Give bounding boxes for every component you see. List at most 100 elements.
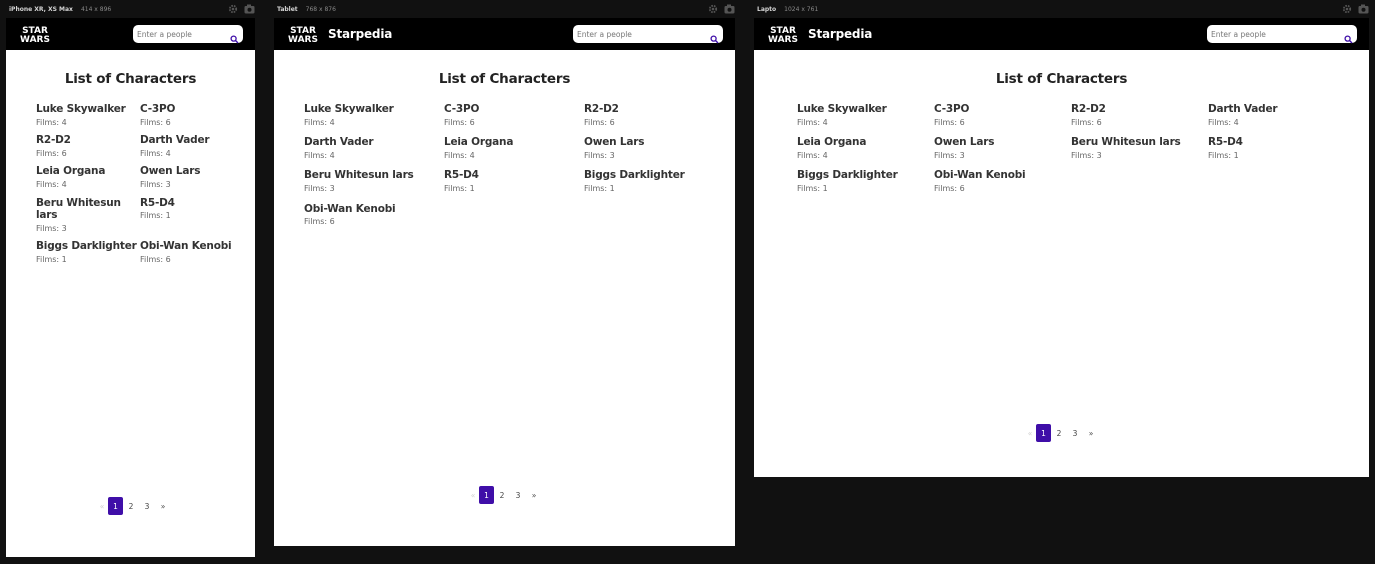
character-films: Films: 6 bbox=[140, 117, 171, 127]
character-name: Leia Organa bbox=[36, 165, 106, 178]
character-films: Films: 6 bbox=[304, 217, 335, 227]
pagination-page-3[interactable]: 3 bbox=[510, 486, 526, 504]
character-films: Films: 4 bbox=[36, 179, 67, 189]
pagination-prev[interactable]: « bbox=[96, 497, 108, 515]
search-box bbox=[1207, 25, 1357, 44]
character-name: R5-D4 bbox=[444, 169, 479, 182]
character-card[interactable]: Obi-Wan Kenobi Films: 6 bbox=[140, 240, 236, 264]
star-wars-logo[interactable]: STAR WARS bbox=[285, 24, 321, 44]
pagination-next[interactable]: » bbox=[155, 497, 171, 515]
character-card[interactable]: Darth Vader Films: 4 bbox=[1208, 103, 1345, 127]
character-card[interactable]: R2-D2 Films: 6 bbox=[584, 103, 724, 127]
character-card[interactable]: Obi-Wan Kenobi Films: 6 bbox=[934, 169, 1071, 193]
search-icon[interactable] bbox=[230, 29, 239, 48]
character-card[interactable]: R2-D2 Films: 6 bbox=[1071, 103, 1208, 127]
character-card[interactable]: Beru Whitesun lars Films: 3 bbox=[36, 197, 140, 234]
character-card[interactable]: Beru Whitesun lars Films: 3 bbox=[304, 169, 444, 193]
character-films: Films: 3 bbox=[304, 183, 335, 193]
pagination-next[interactable]: » bbox=[526, 486, 542, 504]
character-name: C-3PO bbox=[934, 103, 970, 115]
character-card[interactable]: C-3PO Films: 6 bbox=[444, 103, 584, 127]
pagination-page-1[interactable]: 1 bbox=[1036, 424, 1051, 442]
character-films: Films: 3 bbox=[934, 150, 965, 160]
character-films: Films: 4 bbox=[304, 117, 335, 127]
search-box bbox=[573, 25, 723, 44]
device-name: Lapto bbox=[757, 5, 777, 13]
pagination-prev[interactable]: « bbox=[467, 486, 479, 504]
character-card[interactable]: Leia Organa Films: 4 bbox=[444, 136, 584, 160]
star-wars-logo[interactable]: STAR WARS bbox=[765, 24, 801, 44]
pagination-page-1[interactable]: 1 bbox=[479, 486, 494, 504]
character-films: Films: 1 bbox=[584, 183, 615, 193]
character-name: Obi-Wan Kenobi bbox=[140, 240, 232, 253]
character-card[interactable]: Biggs Darklighter Films: 1 bbox=[797, 169, 934, 193]
pagination-page-3[interactable]: 3 bbox=[1067, 424, 1083, 442]
character-card[interactable]: Obi-Wan Kenobi Films: 6 bbox=[304, 203, 444, 227]
character-name: Biggs Darklighter bbox=[584, 169, 685, 182]
character-films: Films: 4 bbox=[444, 150, 475, 160]
character-card[interactable]: Owen Lars Films: 3 bbox=[584, 136, 724, 160]
character-name: Owen Lars bbox=[584, 136, 645, 149]
star-wars-logo[interactable]: STAR WARS bbox=[17, 24, 53, 44]
character-name: Owen Lars bbox=[934, 136, 995, 149]
app-header: STAR WARS Starpedia bbox=[754, 18, 1369, 50]
pagination-page-2[interactable]: 2 bbox=[494, 486, 510, 504]
gear-icon[interactable] bbox=[228, 4, 238, 14]
character-name: Obi-Wan Kenobi bbox=[304, 202, 396, 215]
character-name: Leia Organa bbox=[444, 136, 514, 149]
character-films: Films: 4 bbox=[797, 117, 828, 127]
character-films: Films: 6 bbox=[584, 117, 615, 127]
pagination-next[interactable]: » bbox=[1083, 424, 1099, 442]
character-name: R2-D2 bbox=[584, 103, 619, 115]
gear-icon[interactable] bbox=[708, 4, 718, 14]
pagination-prev[interactable]: « bbox=[1024, 424, 1036, 442]
character-films: Films: 4 bbox=[1208, 117, 1239, 127]
page-title: List of Characters bbox=[995, 71, 1128, 87]
camera-icon[interactable] bbox=[244, 4, 255, 14]
character-card[interactable]: R5-D4 Films: 1 bbox=[444, 169, 584, 193]
brand-title[interactable]: Starpedia bbox=[808, 27, 872, 41]
pagination-page-1[interactable]: 1 bbox=[108, 497, 123, 515]
character-card[interactable]: R5-D4 Films: 1 bbox=[1208, 136, 1345, 160]
character-card[interactable]: Darth Vader Films: 4 bbox=[140, 134, 236, 158]
camera-icon[interactable] bbox=[1358, 4, 1369, 14]
character-grid: Luke Skywalker Films: 4 C-3PO Films: 6 R2-… bbox=[36, 103, 236, 265]
pagination-page-3[interactable]: 3 bbox=[139, 497, 155, 515]
pagination: « 1 2 3 » bbox=[1024, 424, 1099, 442]
pagination: « 1 2 3 » bbox=[96, 497, 171, 515]
pagination-page-2[interactable]: 2 bbox=[1051, 424, 1067, 442]
character-card[interactable]: R2-D2 Films: 6 bbox=[36, 134, 140, 158]
search-input[interactable] bbox=[1207, 25, 1357, 43]
character-films: Films: 6 bbox=[36, 148, 67, 158]
gear-icon[interactable] bbox=[1342, 4, 1352, 14]
character-card[interactable]: Biggs Darklighter Films: 1 bbox=[584, 169, 724, 193]
character-card[interactable]: Leia Organa Films: 4 bbox=[36, 165, 140, 189]
search-input[interactable] bbox=[133, 25, 243, 43]
search-icon[interactable] bbox=[710, 29, 719, 48]
pagination-page-2[interactable]: 2 bbox=[123, 497, 139, 515]
search-icon[interactable] bbox=[1344, 29, 1353, 48]
character-films: Films: 1 bbox=[36, 254, 67, 264]
character-card[interactable]: C-3PO Films: 6 bbox=[140, 103, 236, 127]
brand-title[interactable]: Starpedia bbox=[328, 27, 392, 41]
character-card[interactable]: Luke Skywalker Films: 4 bbox=[36, 103, 140, 127]
character-card[interactable]: R5-D4 Films: 1 bbox=[140, 197, 236, 234]
character-card[interactable]: Beru Whitesun lars Films: 3 bbox=[1071, 136, 1208, 160]
character-card[interactable]: Owen Lars Films: 3 bbox=[934, 136, 1071, 160]
character-card[interactable]: Luke Skywalker Films: 4 bbox=[304, 103, 444, 127]
character-films: Films: 3 bbox=[36, 223, 67, 233]
character-card[interactable]: Leia Organa Films: 4 bbox=[797, 136, 934, 160]
character-name: C-3PO bbox=[444, 103, 480, 115]
character-card[interactable]: Owen Lars Films: 3 bbox=[140, 165, 236, 189]
camera-icon[interactable] bbox=[724, 4, 735, 14]
search-input[interactable] bbox=[573, 25, 723, 43]
app-header: STAR WARS bbox=[6, 18, 255, 50]
character-card[interactable]: C-3PO Films: 6 bbox=[934, 103, 1071, 127]
character-name: Leia Organa bbox=[797, 136, 867, 149]
character-films: Films: 1 bbox=[1208, 150, 1239, 160]
character-card[interactable]: Biggs Darklighter Films: 1 bbox=[36, 240, 140, 264]
character-card[interactable]: Luke Skywalker Films: 4 bbox=[797, 103, 934, 127]
character-name: Darth Vader bbox=[140, 134, 210, 147]
character-name: Luke Skywalker bbox=[797, 103, 887, 115]
character-card[interactable]: Darth Vader Films: 4 bbox=[304, 136, 444, 160]
